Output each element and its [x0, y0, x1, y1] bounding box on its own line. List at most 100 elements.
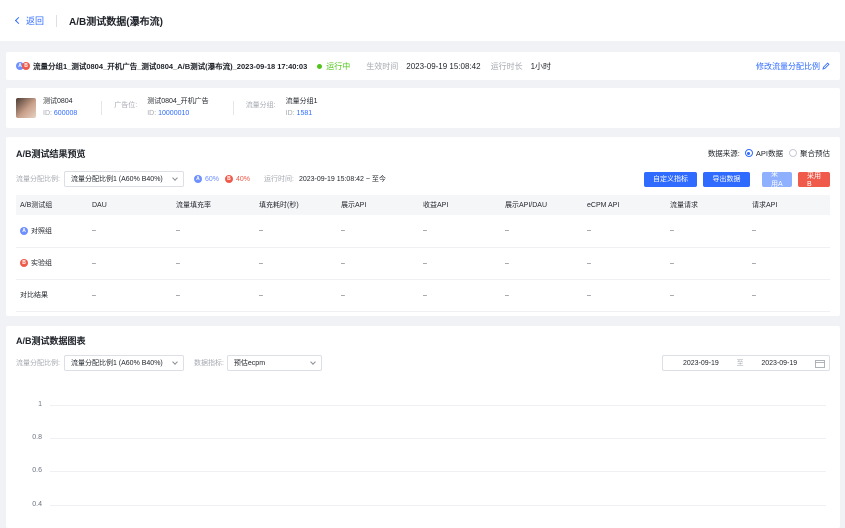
effective-time-label: 生效时间: [366, 61, 399, 71]
group-name-cell: 实验组: [31, 260, 52, 267]
table-cell: –: [583, 215, 666, 248]
table-cell: –: [172, 215, 255, 248]
table-cell: –: [501, 279, 583, 312]
line-chart: 1 0.8 0.6 0.4: [6, 386, 840, 528]
column-header: 展示API: [337, 195, 419, 215]
radio-api-data[interactable]: API数据: [744, 148, 783, 159]
table-cell: –: [337, 279, 419, 312]
y-tick-label: 0.4: [32, 501, 42, 508]
table-cell: –: [255, 215, 337, 248]
group-id[interactable]: 1581: [297, 110, 313, 117]
metric-select[interactable]: 预估ecpm: [226, 355, 322, 371]
slot-id[interactable]: 10000010: [158, 110, 189, 117]
column-header: 流量请求: [666, 195, 748, 215]
group-a-pct: A 60%: [193, 175, 219, 183]
ab-badge-icon: AB: [16, 62, 30, 70]
group-b-icon: B: [224, 175, 233, 183]
radio-unchecked-icon: [789, 149, 797, 157]
results-table: A/B测试组 DAU 流量填充率 填充耗时(秒) 展示API 收益API 展示A…: [16, 195, 830, 312]
ratio-select[interactable]: 流量分配比例1 (A60% B40%): [63, 171, 184, 187]
chevron-left-icon: [14, 16, 23, 25]
divider: [101, 101, 103, 115]
export-data-button[interactable]: 导出数据: [703, 171, 750, 187]
table-row: A 对照组 – – – – – – – – –: [16, 215, 830, 248]
grid-line: [50, 471, 826, 472]
column-header: DAU: [88, 195, 172, 215]
chevron-down-icon: [172, 359, 178, 365]
table-row: 对比结果 – – – – – – – – –: [16, 279, 830, 312]
table-cell: –: [255, 279, 337, 312]
run-time: 2023-09-19 15:08:42 ~ 至今: [298, 176, 386, 183]
page-title: A/B测试数据(瀑布流): [69, 17, 163, 28]
radio-aggregate-estimate[interactable]: 聚合预估: [789, 148, 830, 159]
results-preview-card: A/B测试结果预览 数据来源: API数据 聚合预估 流量分配比例: 流量分配比…: [6, 137, 840, 316]
run-time-label: 运行时间:: [263, 176, 294, 183]
slot-name: 测试0804_开机广告: [147, 98, 209, 105]
section-title: A/B测试结果预览: [16, 148, 86, 159]
group-name-cell: 对照组: [31, 227, 52, 235]
duration-label: 运行时长: [490, 61, 523, 71]
ratio-label: 流量分配比例:: [16, 176, 60, 183]
table-cell: –: [255, 247, 337, 280]
column-header: 收益API: [419, 195, 501, 215]
chart-ratio-select[interactable]: 流量分配比例1 (A60% B40%): [63, 355, 184, 371]
data-source-label: 数据来源:: [707, 148, 740, 158]
section-title: A/B测试数据图表: [16, 335, 86, 346]
app-id[interactable]: 600008: [54, 110, 77, 117]
date-separator: 至: [736, 360, 744, 367]
experiment-bar: AB 流量分组1_测试0804_开机广告_测试0804_A/B测试(瀑布流)_2…: [6, 52, 840, 80]
metric-label: 数据指标:: [193, 360, 224, 367]
group-a-icon: A: [193, 175, 202, 183]
calendar-icon: [815, 359, 825, 368]
column-header: 流量填充率: [172, 195, 255, 215]
table-cell: –: [666, 279, 748, 312]
table-cell: –: [419, 279, 501, 312]
slot-label: 广告位:: [114, 102, 138, 109]
edit-icon: [822, 62, 830, 70]
back-label: 返回: [26, 16, 45, 26]
column-header: 请求API: [748, 195, 830, 215]
table-cell: –: [88, 247, 172, 280]
table-cell: –: [501, 247, 583, 280]
y-tick-label: 0.6: [32, 467, 42, 474]
table-cell: –: [583, 247, 666, 280]
table-header-row: A/B测试组 DAU 流量填充率 填充耗时(秒) 展示API 收益API 展示A…: [16, 195, 830, 215]
page-header: 返回 A/B测试数据(瀑布流): [0, 0, 845, 41]
modify-ratio-link[interactable]: 修改流量分配比例: [756, 61, 830, 72]
chevron-down-icon: [310, 359, 316, 365]
chevron-down-icon: [172, 175, 178, 181]
column-header: A/B测试组: [16, 195, 88, 215]
use-b-button[interactable]: 采用B: [798, 171, 830, 188]
group-b-pct: B 40%: [224, 175, 250, 183]
date-end[interactable]: 2023-09-19: [761, 360, 797, 367]
table-cell: –: [419, 215, 501, 248]
y-tick-label: 1: [38, 401, 42, 408]
status-badge: 运行中: [317, 61, 350, 72]
table-cell: –: [748, 215, 830, 248]
effective-time: 2023-09-19 15:08:42: [406, 61, 481, 71]
back-button[interactable]: 返回: [14, 14, 45, 27]
status-dot-icon: [317, 63, 323, 69]
table-cell: –: [172, 279, 255, 312]
custom-metrics-button[interactable]: 自定义指标: [644, 171, 697, 187]
group-name-cell: 对比结果: [16, 279, 88, 312]
date-range-picker[interactable]: 2023-09-19 至 2023-09-19: [662, 355, 830, 371]
table-cell: –: [337, 215, 419, 248]
table-cell: –: [88, 215, 172, 248]
group-name: 流量分组1: [285, 98, 318, 105]
divider: [232, 101, 234, 115]
group-b-icon: B: [20, 259, 28, 267]
table-cell: –: [172, 247, 255, 280]
table-cell: –: [666, 215, 748, 248]
column-header: eCPM API: [583, 195, 666, 215]
column-header: 填充耗时(秒): [255, 195, 337, 215]
use-a-button[interactable]: 采用A: [762, 171, 792, 188]
experiment-name: 流量分组1_测试0804_开机广告_测试0804_A/B测试(瀑布流)_2023…: [33, 61, 308, 71]
entities-bar: 测试0804 ID: 600008 广告位: 测试0804_开机广告 ID: 1…: [6, 88, 840, 128]
data-source: 数据来源: API数据 聚合预估: [708, 148, 830, 159]
group-a-icon: A: [20, 226, 28, 235]
date-start[interactable]: 2023-09-19: [683, 360, 719, 367]
column-header: 展示API/DAU: [501, 195, 583, 215]
table-cell: –: [748, 247, 830, 280]
table-cell: –: [337, 247, 419, 280]
